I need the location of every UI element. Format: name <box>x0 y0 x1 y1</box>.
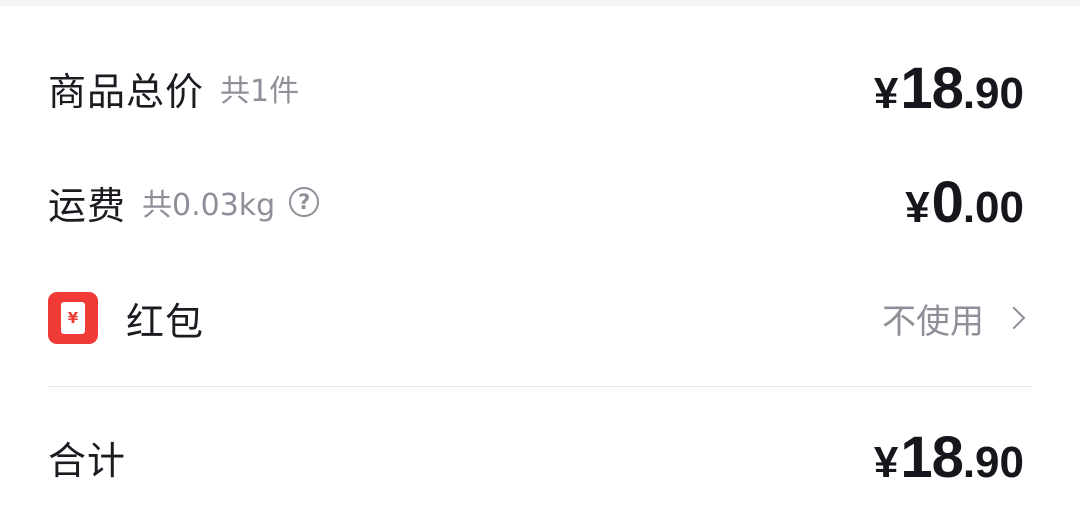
divider <box>48 386 1032 387</box>
chevron-right-icon <box>1002 306 1026 330</box>
price-decimal: .00 <box>962 182 1024 232</box>
shipping-price: ¥ 0 .00 <box>905 169 1024 236</box>
price-integer: 0 <box>931 169 964 235</box>
total-row: 合计 ¥ 18 .90 <box>48 418 1032 496</box>
shipping-label: 运费 <box>48 183 127 228</box>
red-packet-yen-glyph: ¥ <box>61 302 85 334</box>
shipping-left: 运费 共0.03kg ? <box>48 175 320 230</box>
price-integer: 18 <box>900 424 964 490</box>
price-integer: 18 <box>900 55 964 121</box>
goods-total-left: 商品总价 共1件 <box>48 61 299 116</box>
total-left: 合计 <box>48 430 126 485</box>
question-circle-icon[interactable]: ? <box>289 187 320 217</box>
goods-total-row: 商品总价 共1件 ¥ 18 .90 <box>48 52 1032 124</box>
currency-symbol: ¥ <box>905 182 930 232</box>
shipping-row: 运费 共0.03kg ? ¥ 0 .00 <box>48 166 1032 238</box>
price-decimal: .90 <box>962 68 1024 118</box>
red-packet-action-text: 不使用 <box>882 301 984 342</box>
red-packet-icon: ¥ <box>48 292 98 344</box>
goods-total-price: ¥ 18 .90 <box>874 55 1024 122</box>
red-packet-row[interactable]: ¥ 红包 不使用 <box>48 282 1032 354</box>
shipping-weight-text: 共0.03kg <box>142 188 276 223</box>
order-summary-card: 商品总价 共1件 ¥ 18 .90 运费 共0.03kg ? ¥ 0 .00 ¥… <box>0 6 1080 514</box>
price-decimal: .90 <box>962 437 1024 487</box>
currency-symbol: ¥ <box>873 68 899 118</box>
red-packet-selector[interactable]: 不使用 <box>882 294 1032 343</box>
currency-symbol: ¥ <box>873 437 899 487</box>
total-price: ¥ 18 .90 <box>874 424 1024 491</box>
goods-total-label: 商品总价 <box>48 69 205 114</box>
goods-count-text: 共1件 <box>220 74 300 109</box>
red-packet-left: ¥ 红包 <box>48 291 204 346</box>
total-label: 合计 <box>48 438 127 483</box>
red-packet-label: 红包 <box>126 299 205 344</box>
